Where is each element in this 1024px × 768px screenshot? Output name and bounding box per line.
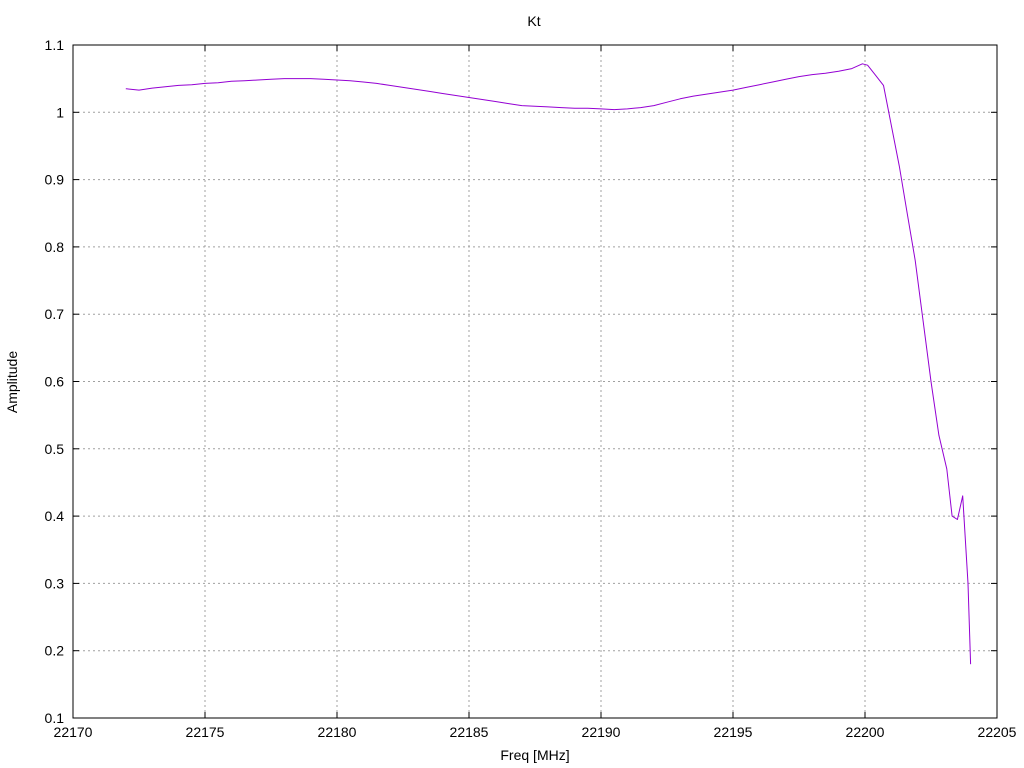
x-tick-label: 22185	[450, 724, 489, 740]
ticks: 22170 22175 22180 22185 22190 22195 22200 22205…	[45, 37, 1017, 740]
y-tick-label: 0.7	[45, 306, 65, 322]
y-tick-label: 0.2	[45, 643, 65, 659]
y-tick-label: 1	[56, 104, 64, 120]
y-tick-label: 0.5	[45, 441, 65, 457]
y-axis-label: Amplitude	[4, 351, 20, 413]
x-tick-label: 22175	[186, 724, 225, 740]
y-tick-label: 0.1	[45, 710, 65, 726]
y-tick-label: 1.1	[45, 37, 65, 53]
x-tick-label: 22195	[714, 724, 753, 740]
x-axis-label: Freq [MHz]	[500, 747, 569, 763]
series-layer	[125, 63, 972, 665]
y-tick-label: 0.4	[45, 508, 65, 524]
y-tick-label: 0.8	[45, 239, 65, 255]
x-tick-label: 22190	[582, 724, 621, 740]
y-tick-label: 0.3	[45, 575, 65, 591]
x-tick-label: 22180	[318, 724, 357, 740]
x-tick-label: 22205	[978, 724, 1017, 740]
x-tick-label: 22170	[54, 724, 93, 740]
x-tick-label: 22200	[846, 724, 885, 740]
y-tick-label: 0.9	[45, 172, 65, 188]
grid	[73, 45, 997, 718]
chart: Kt 22170 22175 22180 22185 22190 22195 22200 22…	[4, 13, 1017, 763]
y-tick-label: 0.6	[45, 374, 65, 390]
series-line	[125, 63, 972, 665]
chart-title: Kt	[527, 13, 540, 29]
